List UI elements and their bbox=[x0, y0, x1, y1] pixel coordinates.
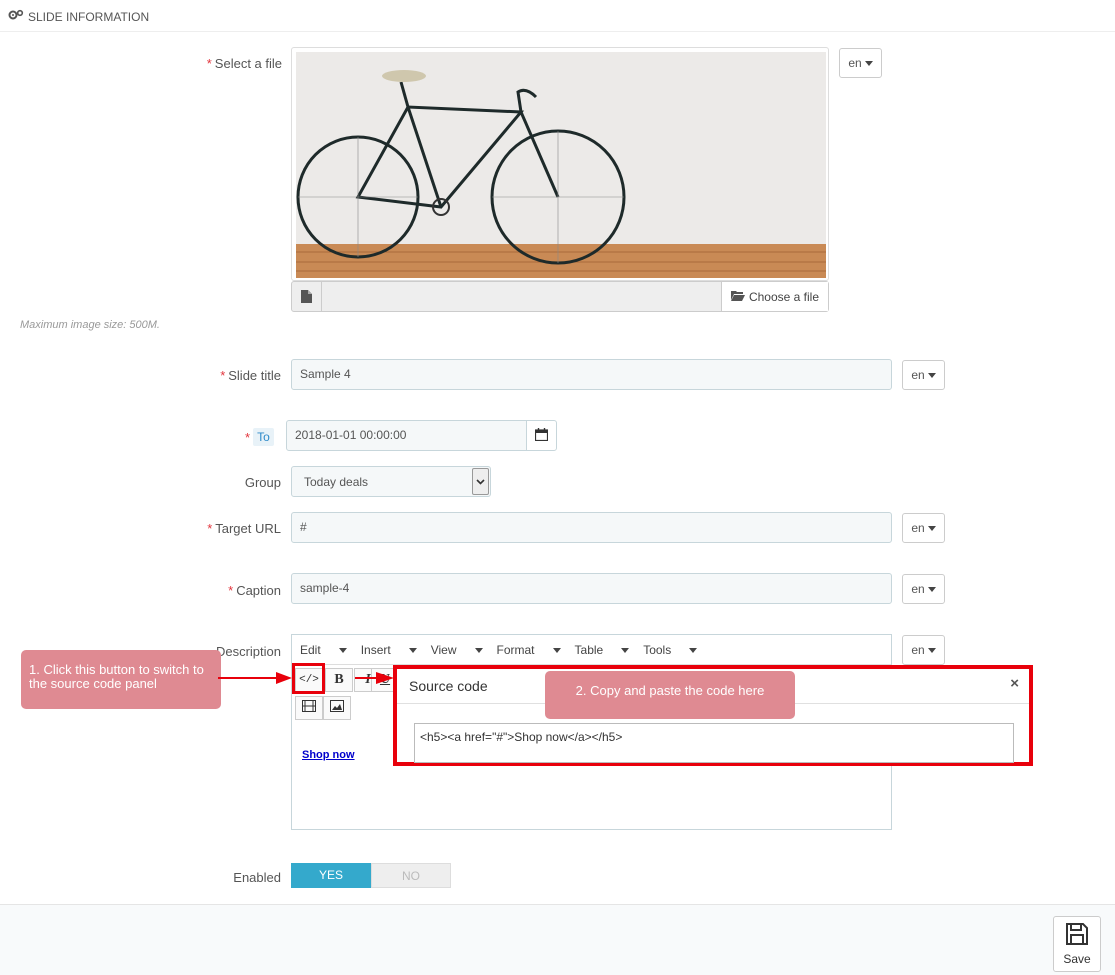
caption-label: * Caption bbox=[228, 583, 281, 598]
folder-open-icon bbox=[730, 290, 745, 304]
target-url-label: * Target URL bbox=[207, 521, 281, 536]
slide-title-input[interactable]: Sample 4 bbox=[291, 359, 892, 390]
caret-down-icon bbox=[927, 372, 936, 378]
max-size-hint: Maximum image size: 500M. bbox=[20, 319, 160, 331]
calendar-icon bbox=[534, 427, 549, 444]
editor-menubar: Edit Insert View Format Table Tools bbox=[300, 643, 711, 657]
enabled-no-option[interactable]: NO bbox=[371, 863, 451, 888]
save-button[interactable]: Save bbox=[1053, 916, 1101, 972]
insert-image-button[interactable] bbox=[323, 696, 351, 720]
target-url-input[interactable]: # bbox=[291, 512, 892, 543]
file-icon bbox=[292, 282, 322, 311]
close-icon[interactable]: × bbox=[1010, 675, 1019, 692]
slide-title-label: * Slide title bbox=[220, 368, 281, 383]
file-chooser: Choose a file bbox=[291, 281, 829, 312]
enabled-label: Enabled bbox=[233, 870, 281, 885]
panel-heading: SLIDE INFORMATION bbox=[0, 0, 1115, 32]
date-to-label: * To bbox=[245, 428, 274, 446]
file-name-field[interactable] bbox=[322, 282, 721, 311]
step1-callout: 1. Click this button to switch to the so… bbox=[21, 650, 221, 709]
enabled-yes-option[interactable]: YES bbox=[291, 863, 371, 888]
choose-file-button[interactable]: Choose a file bbox=[721, 282, 828, 311]
panel-footer: Save bbox=[0, 904, 1115, 975]
menu-tools[interactable]: Tools bbox=[643, 643, 698, 657]
target-url-lang-button[interactable]: en bbox=[902, 513, 945, 543]
source-code-textarea[interactable]: <h5><a href="#">Shop now</a></h5> bbox=[414, 723, 1014, 763]
slide-title-lang-button[interactable]: en bbox=[902, 360, 945, 390]
group-select[interactable]: Today deals bbox=[291, 466, 491, 497]
slide-image-preview bbox=[291, 47, 829, 281]
description-lang-button[interactable]: en bbox=[902, 635, 945, 665]
menu-edit[interactable]: Edit bbox=[300, 643, 347, 657]
menu-format[interactable]: Format bbox=[497, 643, 561, 657]
menu-insert[interactable]: Insert bbox=[361, 643, 417, 657]
date-to-input[interactable]: 2018-01-01 00:00:00 bbox=[286, 420, 527, 451]
caption-lang-button[interactable]: en bbox=[902, 574, 945, 604]
chevron-down-icon bbox=[472, 468, 489, 495]
caret-down-icon bbox=[927, 586, 936, 592]
group-label: Group bbox=[244, 475, 281, 490]
dialog-title: Source code bbox=[409, 678, 488, 694]
arrow-icon bbox=[218, 672, 394, 684]
gears-icon bbox=[8, 9, 24, 24]
menu-table[interactable]: Table bbox=[575, 643, 630, 657]
caret-down-icon bbox=[927, 525, 936, 531]
panel-title: SLIDE INFORMATION bbox=[8, 9, 149, 24]
shop-now-link[interactable]: Shop now bbox=[302, 749, 355, 761]
film-icon bbox=[302, 699, 316, 717]
caret-down-icon bbox=[927, 647, 936, 653]
enabled-toggle[interactable]: YES NO bbox=[291, 863, 451, 888]
step2-callout: 2. Copy and paste the code here bbox=[545, 671, 795, 719]
file-lang-button[interactable]: en bbox=[839, 48, 882, 78]
caption-input[interactable]: sample-4 bbox=[291, 573, 892, 604]
select-file-label: * Select a file bbox=[206, 56, 282, 71]
caret-down-icon bbox=[864, 60, 873, 66]
floppy-disk-icon bbox=[1065, 922, 1089, 949]
calendar-button[interactable] bbox=[526, 420, 557, 451]
image-icon bbox=[330, 699, 344, 717]
menu-view[interactable]: View bbox=[431, 643, 483, 657]
bicycle-image bbox=[296, 52, 826, 278]
insert-media-button[interactable] bbox=[295, 696, 323, 720]
